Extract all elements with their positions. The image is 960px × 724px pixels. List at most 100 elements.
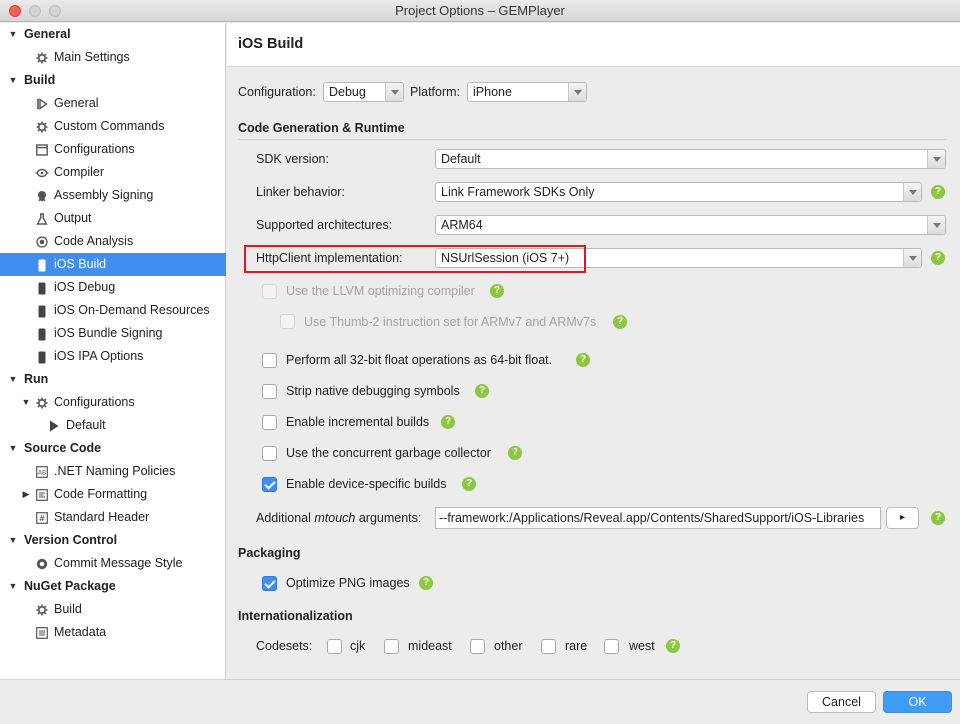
mtouch-label-prefix: Additional — [256, 511, 315, 525]
codeset-rare-checkbox[interactable] — [541, 639, 556, 654]
codeset-west-checkbox[interactable] — [604, 639, 619, 654]
strip-symbols-label: Strip native debugging symbols — [286, 384, 460, 398]
codeset-mideast-checkbox[interactable] — [384, 639, 399, 654]
float64-checkbox[interactable] — [262, 353, 277, 368]
configuration-value: Debug — [329, 85, 366, 99]
disclosure-down-icon[interactable]: ▼ — [7, 437, 19, 460]
thumb2-checkbox[interactable] — [280, 314, 295, 329]
platform-select[interactable]: iPhone — [467, 82, 587, 102]
supported-architectures-select[interactable]: ARM64 — [435, 215, 946, 235]
help-icon[interactable]: ? — [475, 384, 489, 398]
close-window-button[interactable] — [9, 5, 21, 17]
strip-symbols-checkbox[interactable] — [262, 384, 277, 399]
disclosure-down-icon[interactable]: ▼ — [7, 575, 19, 598]
mtouch-options-button[interactable]: ▸ — [886, 507, 919, 529]
sidebar-item-code-formatting[interactable]: ▶ Code Formatting — [0, 483, 226, 506]
cancel-button[interactable]: Cancel — [807, 691, 876, 713]
target-icon — [35, 235, 49, 249]
sidebar-item-ios-bundle-signing[interactable]: iOS Bundle Signing — [0, 322, 226, 345]
sidebar-category-run[interactable]: ▼ Run — [0, 368, 226, 391]
codeset-rare-label: rare — [565, 639, 588, 653]
sidebar-item-configurations[interactable]: Configurations — [0, 138, 226, 161]
llvm-checkbox[interactable] — [262, 284, 277, 299]
codeset-other-checkbox[interactable] — [470, 639, 485, 654]
phone-icon — [35, 281, 49, 295]
help-icon[interactable]: ? — [490, 284, 504, 298]
sidebar-category-build[interactable]: ▼ Build — [0, 69, 226, 92]
sidebar-item-ios-debug[interactable]: iOS Debug — [0, 276, 226, 299]
help-icon[interactable]: ? — [441, 415, 455, 429]
sidebar-item-compiler[interactable]: Compiler — [0, 161, 226, 184]
disclosure-down-icon[interactable]: ▼ — [7, 529, 19, 552]
help-icon[interactable]: ? — [462, 477, 476, 491]
linker-behavior-select[interactable]: Link Framework SDKs Only — [435, 182, 922, 202]
sidebar-item-build-general[interactable]: General — [0, 92, 226, 115]
disclosure-down-icon[interactable]: ▼ — [7, 368, 19, 391]
chevron-down-icon — [903, 183, 921, 201]
help-icon[interactable]: ? — [931, 511, 945, 525]
linker-behavior-label: Linker behavior: — [256, 185, 345, 199]
codeset-cjk-checkbox[interactable] — [327, 639, 342, 654]
codeset-mideast-label: mideast — [408, 639, 452, 653]
codegen-section-title: Code Generation & Runtime — [238, 121, 405, 135]
incremental-builds-checkbox[interactable] — [262, 415, 277, 430]
help-icon[interactable]: ? — [613, 315, 627, 329]
sidebar-item-standard-header[interactable]: # Standard Header — [0, 506, 226, 529]
chevron-down-icon — [903, 249, 921, 267]
ok-button[interactable]: OK — [883, 691, 952, 713]
concurrent-gc-label: Use the concurrent garbage collector — [286, 446, 491, 460]
help-icon[interactable]: ? — [419, 576, 433, 590]
sidebar-item-custom-commands[interactable]: Custom Commands — [0, 115, 226, 138]
help-icon[interactable]: ? — [931, 251, 945, 265]
gear-icon — [35, 120, 49, 134]
sidebar-item-code-analysis[interactable]: Code Analysis — [0, 230, 226, 253]
gear-icon — [35, 603, 49, 617]
sidebar-item-main-settings[interactable]: Main Settings — [0, 46, 226, 69]
mtouch-arguments-input[interactable]: --framework:/Applications/Reveal.app/Con… — [435, 507, 881, 529]
page-title: iOS Build — [238, 36, 304, 52]
help-icon[interactable]: ? — [508, 446, 522, 460]
disclosure-down-icon[interactable]: ▼ — [7, 23, 19, 46]
codeset-other-label: other — [494, 639, 523, 653]
codeset-west-label: west — [629, 639, 655, 653]
window-title: Project Options – GEMPlayer — [395, 3, 565, 18]
sidebar-item-default[interactable]: Default — [0, 414, 226, 437]
disclosure-down-icon[interactable]: ▼ — [7, 69, 19, 92]
sidebar-item-ios-on-demand-resources[interactable]: iOS On-Demand Resources — [0, 299, 226, 322]
sidebar-item-output[interactable]: Output — [0, 207, 226, 230]
help-icon[interactable]: ? — [576, 353, 590, 367]
svg-text:#: # — [39, 514, 46, 523]
help-icon[interactable]: ? — [931, 185, 945, 199]
sidebar-category-version-control[interactable]: ▼ Version Control — [0, 529, 226, 552]
sidebar-item-naming-policies[interactable]: AB .NET Naming Policies — [0, 460, 226, 483]
sidebar-item-commit-message-style[interactable]: Commit Message Style — [0, 552, 226, 575]
minimize-window-button[interactable] — [29, 5, 41, 17]
sidebar-item-nuget-build[interactable]: Build — [0, 598, 226, 621]
sidebar-item-ios-build[interactable]: iOS Build — [0, 253, 226, 276]
phone-icon — [35, 350, 49, 364]
phone-icon — [35, 304, 49, 318]
disclosure-down-icon[interactable]: ▼ — [20, 391, 32, 414]
gear-icon — [35, 396, 49, 410]
sdk-version-select[interactable]: Default — [435, 149, 946, 169]
sidebar-category-general[interactable]: ▼ General — [0, 23, 226, 46]
supported-architectures-value: ARM64 — [441, 218, 483, 232]
sidebar-item-nuget-metadata[interactable]: Metadata — [0, 621, 226, 644]
sdk-version-value: Default — [441, 152, 481, 166]
device-specific-builds-checkbox[interactable] — [262, 477, 277, 492]
concurrent-gc-checkbox[interactable] — [262, 446, 277, 461]
llvm-label: Use the LLVM optimizing compiler — [286, 284, 475, 298]
naming-icon: AB — [35, 465, 49, 479]
section-divider — [238, 139, 947, 140]
maximize-window-button[interactable] — [49, 5, 61, 17]
ios-build-panel: iOS Build Configuration: Debug Platform:… — [227, 23, 960, 679]
sidebar-category-nuget-package[interactable]: ▼ NuGet Package — [0, 575, 226, 598]
sidebar-item-assembly-signing[interactable]: Assembly Signing — [0, 184, 226, 207]
help-icon[interactable]: ? — [666, 639, 680, 653]
sidebar-category-source-code[interactable]: ▼ Source Code — [0, 437, 226, 460]
sidebar-item-run-configurations[interactable]: ▼ Configurations — [0, 391, 226, 414]
disclosure-right-icon[interactable]: ▶ — [20, 483, 32, 506]
configuration-select[interactable]: Debug — [323, 82, 404, 102]
sidebar-item-ios-ipa-options[interactable]: iOS IPA Options — [0, 345, 226, 368]
optimize-png-checkbox[interactable] — [262, 576, 277, 591]
